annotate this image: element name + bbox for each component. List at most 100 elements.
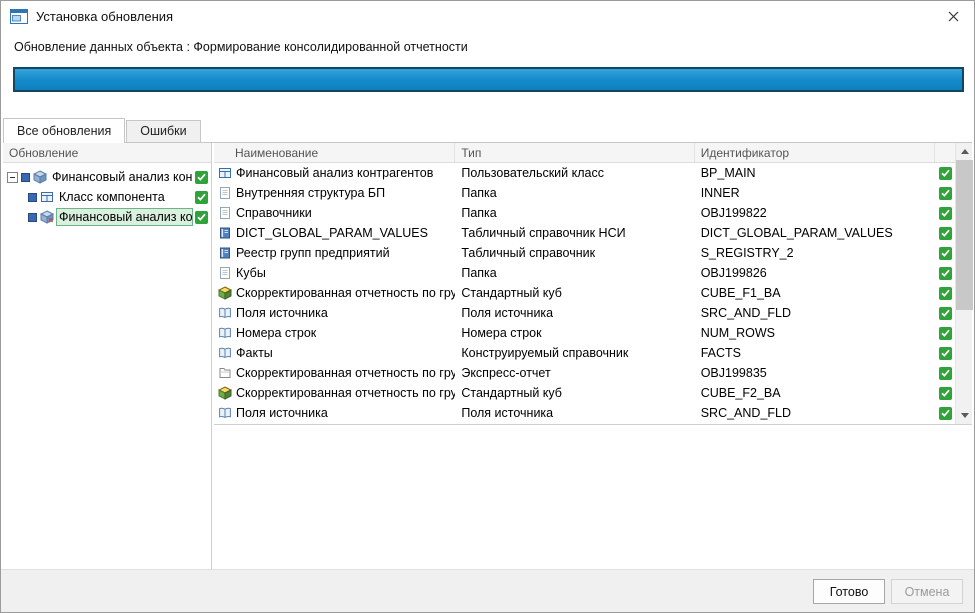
scrollbar-thumb[interactable] xyxy=(956,160,973,310)
column-header-id[interactable]: Идентификатор xyxy=(695,143,935,162)
tab-errors[interactable]: Ошибки xyxy=(126,120,200,142)
cell-type: Поля источника xyxy=(455,406,694,420)
done-button[interactable]: Готово xyxy=(813,579,885,604)
updates-table-panel: Наименование Тип Идентификатор Финансовы… xyxy=(214,143,972,569)
cell-type: Стандартный куб xyxy=(455,286,694,300)
cell-type: Поля источника xyxy=(455,306,694,320)
table-header: Наименование Тип Идентификатор xyxy=(214,143,955,163)
cube-root-icon xyxy=(33,170,47,184)
success-check-icon xyxy=(939,167,952,180)
cell-type: Папка xyxy=(455,206,694,220)
update-install-dialog: Установка обновления Обновление данных о… xyxy=(0,0,975,613)
cell-id: BP_MAIN xyxy=(695,166,935,180)
cell-id: SRC_AND_FLD xyxy=(695,406,935,420)
cell-type: Экспресс-отчет xyxy=(455,366,694,380)
cell-status xyxy=(935,287,955,300)
row-name-text: Номера строк xyxy=(236,326,316,340)
cell-status xyxy=(935,367,955,380)
tree-column-header[interactable]: Обновление xyxy=(3,143,211,163)
cancel-button: Отмена xyxy=(891,579,963,604)
row-name-text: Реестр групп предприятий xyxy=(236,246,390,260)
success-check-icon xyxy=(939,227,952,240)
tree-item-label: Класс компонента xyxy=(57,189,192,205)
scroll-down-icon[interactable] xyxy=(956,407,973,424)
cell-name: Кубы xyxy=(214,266,455,280)
table-row[interactable]: Факты Конструируемый справочникFACTS xyxy=(214,343,955,363)
cell-id: FACTS xyxy=(695,346,935,360)
column-header-type[interactable]: Тип xyxy=(455,143,694,162)
tree-item-label: Финансовый анализ контр xyxy=(50,169,192,185)
vertical-scrollbar[interactable] xyxy=(955,143,972,424)
row-name-text: Факты xyxy=(236,346,273,360)
table-row[interactable]: Скорректированная отчетность по группаСт… xyxy=(214,383,955,403)
success-check-icon xyxy=(939,287,952,300)
cell-name: Факты xyxy=(214,346,455,360)
success-check-icon xyxy=(939,407,952,420)
details-pane xyxy=(214,424,972,569)
column-header-name[interactable]: Наименование xyxy=(214,143,455,162)
cell-name: Номера строк xyxy=(214,326,455,340)
table-row[interactable]: Кубы ПапкаOBJ199826 xyxy=(214,263,955,283)
cell-id: DICT_GLOBAL_PARAM_VALUES xyxy=(695,226,935,240)
tree-item[interactable]: Класс компонента xyxy=(3,187,211,207)
tab-strip: Все обновления Ошибки xyxy=(3,117,202,142)
window-title: Установка обновления xyxy=(36,9,173,24)
cell-status xyxy=(935,387,955,400)
success-check-icon xyxy=(939,327,952,340)
cube-icon xyxy=(218,386,232,400)
close-icon[interactable] xyxy=(932,1,974,31)
tree-item-label: Финансовый анализ кон xyxy=(57,209,192,225)
table-row[interactable]: Скорректированная отчетность по группаЭк… xyxy=(214,363,955,383)
table-row[interactable]: СправочникиПапкаOBJ199822 xyxy=(214,203,955,223)
tree-item[interactable]: Финансовый анализ кон xyxy=(3,207,211,227)
row-name-text: Справочники xyxy=(236,206,312,220)
cell-status xyxy=(935,307,955,320)
book-icon xyxy=(218,226,232,240)
page-icon xyxy=(218,186,232,200)
scroll-up-icon[interactable] xyxy=(956,143,973,160)
node-bullet-icon xyxy=(28,213,37,222)
titlebar: Установка обновления xyxy=(1,1,974,31)
tree-item[interactable]: Финансовый анализ контр xyxy=(3,167,211,187)
cell-type: Конструируемый справочник xyxy=(455,346,694,360)
cell-id: CUBE_F2_BA xyxy=(695,386,935,400)
page-icon xyxy=(218,206,232,220)
class-icon xyxy=(40,190,54,204)
app-icon xyxy=(10,9,28,24)
table-row[interactable]: Номера строкНомера строкNUM_ROWS xyxy=(214,323,955,343)
cell-name: Скорректированная отчетность по группа xyxy=(214,366,455,380)
cell-status xyxy=(935,267,955,280)
table-body: Финансовый анализ контрагентовПользовате… xyxy=(214,163,955,423)
cell-name: Реестр групп предприятий xyxy=(214,246,455,260)
book-icon xyxy=(218,246,232,260)
cell-name: Финансовый анализ контрагентов xyxy=(214,166,455,180)
success-check-icon xyxy=(939,247,952,260)
collapse-expander-icon[interactable] xyxy=(7,172,18,183)
cell-name: Справочники xyxy=(214,206,455,220)
table-row[interactable]: Поля источникаПоля источникаSRC_AND_FLD xyxy=(214,303,955,323)
table-row[interactable]: Поля источникаПоля источникаSRC_AND_FLD xyxy=(214,403,955,423)
cell-id: OBJ199826 xyxy=(695,266,935,280)
row-name-text: Скорректированная отчетность по группа xyxy=(236,386,455,400)
content-area: Обновление Финансовый анализ контр Класс … xyxy=(3,142,972,569)
table-row[interactable]: DICT_GLOBAL_PARAM_VALUESТабличный справо… xyxy=(214,223,955,243)
cell-id: CUBE_F1_BA xyxy=(695,286,935,300)
success-check-icon xyxy=(195,191,208,204)
table-row[interactable]: Внутренняя структура БППапкаINNER xyxy=(214,183,955,203)
cell-status xyxy=(935,187,955,200)
cell-type: Папка xyxy=(455,266,694,280)
row-name-text: Скорректированная отчетность по группа xyxy=(236,366,455,380)
tab-all-updates[interactable]: Все обновления xyxy=(3,118,125,143)
table-row[interactable]: Финансовый анализ контрагентовПользовате… xyxy=(214,163,955,183)
success-check-icon xyxy=(195,211,208,224)
cell-name: Скорректированная отчетность по группа xyxy=(214,286,455,300)
success-check-icon xyxy=(939,387,952,400)
success-check-icon xyxy=(939,307,952,320)
table-row[interactable]: Реестр групп предприятийТабличный справо… xyxy=(214,243,955,263)
cell-type: Пользовательский класс xyxy=(455,166,694,180)
row-name-text: Кубы xyxy=(236,266,266,280)
cell-status xyxy=(935,327,955,340)
column-header-status[interactable] xyxy=(935,143,955,162)
cell-name: Поля источника xyxy=(214,306,455,320)
table-row[interactable]: Скорректированная отчетность по группаСт… xyxy=(214,283,955,303)
